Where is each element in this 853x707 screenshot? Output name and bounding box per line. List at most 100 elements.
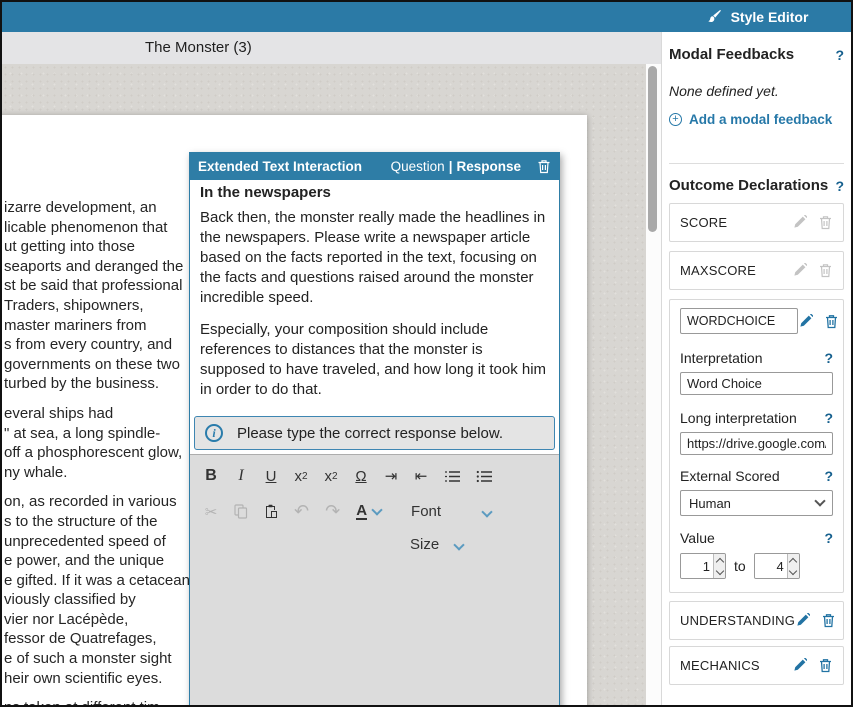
- response-instruction-box: i Please type the correct response below…: [194, 416, 555, 450]
- page-text-line: vier nor Lacépède,: [4, 610, 189, 630]
- ordered-list-icon[interactable]: [444, 470, 460, 483]
- page-text-line: viously classified by: [4, 590, 189, 610]
- edit-pencil-icon[interactable]: [792, 658, 807, 673]
- help-icon[interactable]: ?: [824, 410, 833, 426]
- page-text-line: ny whale.: [4, 463, 189, 483]
- step-up-icon[interactable]: [714, 554, 725, 566]
- edit-pencil-icon[interactable]: [795, 613, 810, 628]
- chevron-down-icon: [454, 539, 465, 550]
- value-to-word: to: [734, 558, 746, 574]
- outcome-card-score: SCORE: [669, 203, 844, 242]
- font-dropdown[interactable]: Font: [411, 503, 491, 520]
- italic-button[interactable]: I: [234, 467, 248, 485]
- document-title: The Monster (3): [145, 39, 252, 56]
- tab-separator: |: [449, 159, 453, 174]
- bullet-list-icon[interactable]: [476, 470, 492, 483]
- add-modal-feedback-label: Add a modal feedback: [689, 112, 832, 127]
- trash-icon[interactable]: [824, 314, 839, 329]
- value-from-stepper[interactable]: [680, 553, 726, 579]
- prompt-paragraph: Especially, your composition should incl…: [200, 320, 549, 400]
- special-character-button[interactable]: Ω: [354, 468, 368, 485]
- external-scored-select[interactable]: Human: [680, 490, 833, 516]
- help-icon[interactable]: ?: [824, 530, 833, 546]
- paintbrush-icon: [706, 9, 722, 25]
- value-to-stepper[interactable]: [754, 553, 800, 579]
- item-body-text: izarre development, an licable phenomeno…: [4, 198, 189, 707]
- style-editor-header[interactable]: Style Editor: [663, 2, 851, 32]
- outcome-label: SCORE: [680, 215, 792, 230]
- cut-icon[interactable]: ✂: [204, 503, 218, 521]
- help-icon[interactable]: ?: [835, 178, 844, 194]
- external-scored-value: Human: [689, 496, 731, 511]
- undo-icon[interactable]: ↶: [294, 501, 309, 522]
- size-dropdown[interactable]: Size: [410, 536, 463, 553]
- page-text-line: on, as recorded in various: [4, 492, 189, 512]
- value-from-input[interactable]: [681, 554, 713, 578]
- modal-feedbacks-title: Modal Feedbacks: [669, 46, 794, 63]
- external-scored-label: External Scored: [680, 468, 780, 484]
- add-modal-feedback-link[interactable]: + Add a modal feedback: [669, 112, 844, 127]
- extended-text-interaction-widget[interactable]: Extended Text Interaction Question |Respo…: [189, 152, 560, 707]
- paragraph-gap: [4, 688, 189, 698]
- interpretation-label: Interpretation: [680, 350, 763, 366]
- response-editor-area[interactable]: B I U x2 x2 Ω ⇥ ⇤ ✂: [190, 454, 559, 707]
- page-text-line: turbed by the business.: [4, 374, 189, 394]
- outcome-identifier-input[interactable]: [680, 308, 798, 334]
- page-text-line: s from every country, and: [4, 335, 189, 355]
- interaction-prompt[interactable]: In the newspapers Back then, the monster…: [190, 180, 559, 414]
- edit-pencil-icon[interactable]: [792, 263, 807, 278]
- editor-toolbar-row-2: ✂ ↶ ↷ A Font: [204, 501, 547, 522]
- copy-icon[interactable]: [234, 504, 248, 519]
- superscript-button[interactable]: x2: [324, 468, 338, 485]
- trash-icon[interactable]: [821, 613, 836, 628]
- delete-interaction-icon[interactable]: [537, 159, 551, 174]
- outcome-card-mechanics: MECHANICS: [669, 646, 844, 685]
- page-text-line: e power, and the unique: [4, 551, 189, 571]
- step-down-icon[interactable]: [788, 566, 799, 578]
- style-editor-panel: Modal Feedbacks ? None defined yet. + Ad…: [661, 32, 851, 707]
- edit-pencil-icon[interactable]: [792, 215, 807, 230]
- bold-button[interactable]: B: [204, 467, 218, 485]
- page-text-line: " at sea, a long spindle-: [4, 424, 189, 444]
- interpretation-input[interactable]: [680, 372, 833, 395]
- redo-icon[interactable]: ↷: [325, 501, 340, 522]
- chevron-down-icon: [481, 506, 492, 517]
- tab-response[interactable]: Response: [456, 159, 521, 174]
- trash-icon[interactable]: [818, 215, 833, 230]
- long-interpretation-input[interactable]: [680, 432, 833, 455]
- edit-pencil-icon[interactable]: [798, 314, 813, 329]
- outdent-icon[interactable]: ⇤: [414, 467, 428, 485]
- help-icon[interactable]: ?: [824, 350, 833, 366]
- trash-icon[interactable]: [818, 263, 833, 278]
- interaction-tabs: Question |Response: [391, 159, 521, 174]
- indent-icon[interactable]: ⇥: [384, 467, 398, 485]
- outcome-label: UNDERSTANDING: [680, 613, 795, 628]
- underline-button[interactable]: U: [264, 468, 278, 485]
- stepper-buttons[interactable]: [787, 554, 799, 578]
- help-icon[interactable]: ?: [824, 468, 833, 484]
- canvas-scrollbar-thumb[interactable]: [648, 66, 657, 232]
- value-label: Value: [680, 530, 715, 546]
- interaction-title: Extended Text Interaction: [198, 159, 391, 174]
- step-up-icon[interactable]: [788, 554, 799, 566]
- page-text-line: s to the structure of the: [4, 512, 189, 532]
- paste-icon[interactable]: [264, 504, 278, 519]
- subscript-button[interactable]: x2: [294, 468, 308, 485]
- long-interpretation-label: Long interpretation: [680, 410, 797, 426]
- tab-question[interactable]: Question: [391, 159, 445, 174]
- page-text-line: fessor de Quatrefages,: [4, 629, 189, 649]
- stepper-buttons[interactable]: [713, 554, 725, 578]
- page-text-line: ns taken at different tim: [4, 698, 189, 707]
- modal-feedbacks-empty-text: None defined yet.: [669, 83, 844, 99]
- trash-icon[interactable]: [818, 658, 833, 673]
- text-color-button[interactable]: A: [356, 504, 381, 520]
- value-to-input[interactable]: [755, 554, 787, 578]
- outcome-declarations-title: Outcome Declarations: [669, 177, 828, 194]
- prompt-heading: In the newspapers: [200, 184, 549, 201]
- canvas-scrollbar[interactable]: [646, 64, 661, 707]
- page-text-line: unprecedented speed of: [4, 532, 189, 552]
- document-title-bar: The Monster (3): [2, 32, 661, 64]
- info-icon: i: [205, 424, 223, 442]
- step-down-icon[interactable]: [714, 566, 725, 578]
- help-icon[interactable]: ?: [835, 47, 844, 63]
